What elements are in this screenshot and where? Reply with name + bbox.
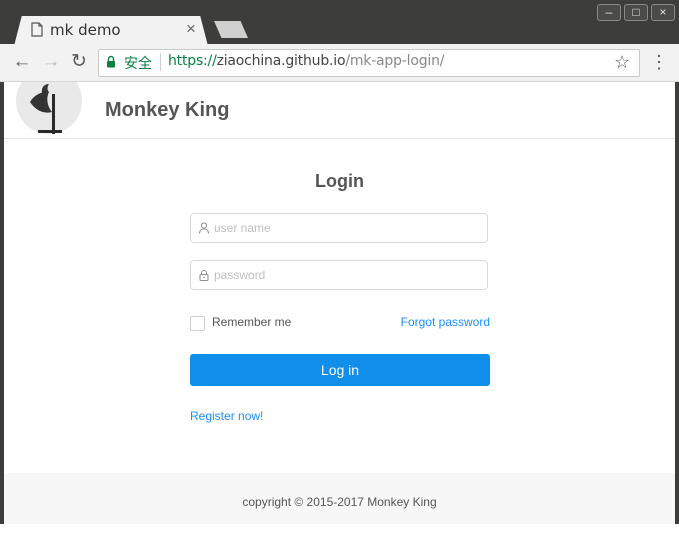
page-icon bbox=[31, 22, 43, 37]
page-viewport: Monkey King Login Remember me Forgot pas… bbox=[4, 82, 675, 524]
lock-icon bbox=[199, 270, 209, 281]
address-bar-divider bbox=[160, 53, 161, 71]
username-field[interactable] bbox=[190, 213, 488, 243]
url-text[interactable]: https://ziaochina.github.io/mk-app-login… bbox=[168, 53, 444, 69]
password-field[interactable] bbox=[190, 260, 488, 290]
tab-title: mk demo bbox=[50, 21, 121, 39]
tab-close-icon[interactable]: × bbox=[186, 20, 196, 38]
url-host: ziaochina.github.io bbox=[216, 53, 346, 69]
bookmark-star-icon[interactable]: ☆ bbox=[614, 51, 630, 73]
url-scheme: https:// bbox=[168, 53, 217, 69]
remember-me-label[interactable]: Remember me bbox=[212, 315, 291, 329]
login-button[interactable]: Log in bbox=[190, 354, 490, 386]
page-header: Monkey King bbox=[4, 82, 675, 139]
window-minimize-button[interactable]: – bbox=[597, 4, 621, 21]
window-close-button[interactable]: × bbox=[651, 4, 675, 21]
user-icon bbox=[199, 222, 209, 234]
reload-button[interactable]: ↻ bbox=[68, 51, 90, 73]
security-label: 安全 bbox=[124, 55, 152, 71]
forgot-password-link[interactable]: Forgot password bbox=[384, 315, 490, 329]
url-path: /mk-app-login/ bbox=[345, 53, 445, 69]
lock-icon bbox=[107, 55, 115, 68]
login-title: Login bbox=[315, 171, 364, 191]
password-input[interactable] bbox=[214, 261, 479, 289]
register-link[interactable]: Register now! bbox=[190, 409, 263, 423]
window-bottom bbox=[0, 524, 679, 537]
browser-menu-icon[interactable]: ⋮ bbox=[650, 52, 668, 72]
monkey-king-logo bbox=[16, 82, 82, 134]
back-button[interactable]: ← bbox=[11, 51, 33, 73]
forward-button[interactable]: → bbox=[40, 51, 62, 73]
window-maximize-button[interactable]: □ bbox=[624, 4, 648, 21]
page-footer: copyright © 2015-2017 Monkey King bbox=[4, 473, 675, 524]
copyright-text: copyright © 2015-2017 Monkey King bbox=[242, 495, 437, 509]
username-input[interactable] bbox=[214, 214, 479, 242]
remember-me-checkbox[interactable] bbox=[190, 316, 205, 331]
window-frame-right bbox=[675, 82, 679, 524]
brand-name[interactable]: Monkey King bbox=[105, 99, 229, 122]
